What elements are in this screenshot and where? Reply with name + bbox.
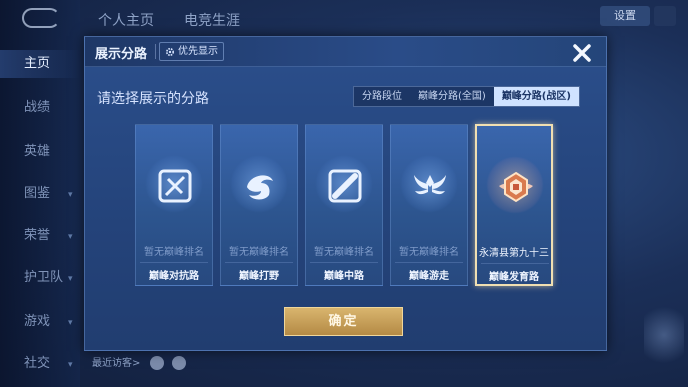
- chevron-down-icon: ▾: [68, 190, 73, 200]
- badge-icon: [499, 171, 533, 203]
- chevron-down-icon: ▾: [68, 318, 73, 328]
- sidebar-item-record[interactable]: 战绩: [0, 94, 80, 122]
- chevron-down-icon: ▾: [68, 274, 73, 284]
- sidebar-item-home[interactable]: 主页: [0, 50, 80, 78]
- priority-display-button[interactable]: 优先显示: [159, 42, 224, 61]
- avatar[interactable]: [172, 356, 186, 370]
- sidebar: 主页 战绩 英雄 图鉴 ▾ 荣誉 ▾ 护卫队 ▾ 游戏 ▾ 社交 ▾: [0, 0, 80, 387]
- dialog-title: 展示分路: [95, 47, 148, 62]
- lane-rank-text: 暂无巅峰排名: [314, 247, 374, 258]
- lane-filter-tabs: 分路段位 巅峰分路(全国) 巅峰分路(战区): [353, 86, 580, 107]
- background-decoration: [644, 300, 684, 370]
- divider: [310, 262, 378, 263]
- select-lane-prompt: 请选择展示的分路: [97, 91, 209, 107]
- divider: [225, 262, 293, 263]
- staff-icon: [328, 169, 362, 203]
- lane-name: 巅峰对抗路: [149, 271, 199, 282]
- recent-visitors-link[interactable]: 最近访客>: [92, 354, 140, 369]
- confirm-button[interactable]: 确定: [284, 307, 403, 336]
- close-icon: [573, 44, 591, 62]
- lane-rank-text: 暂无巅峰排名: [229, 247, 289, 258]
- lane-card-jungle[interactable]: 暂无巅峰排名 巅峰打野: [220, 124, 298, 286]
- chevron-down-icon: ▾: [68, 232, 73, 242]
- lane-card-mid[interactable]: 暂无巅峰排名 巅峰中路: [305, 124, 383, 286]
- lane-name: 巅峰打野: [239, 271, 279, 282]
- divider: [395, 262, 463, 263]
- menu-icon[interactable]: [654, 6, 676, 26]
- lane-name: 巅峰中路: [324, 271, 364, 282]
- lane-card-support[interactable]: 暂无巅峰排名 巅峰游走: [390, 124, 468, 286]
- avatar[interactable]: [150, 356, 164, 370]
- tab-peak-national[interactable]: 巅峰分路(全国): [410, 87, 494, 106]
- display-lane-dialog: 展示分路 优先显示 请选择展示的分路 分路段位 巅峰分路(全国) 巅峰分路(战区…: [84, 36, 607, 351]
- close-button[interactable]: [567, 40, 597, 66]
- tab-peak-region[interactable]: 巅峰分路(战区): [493, 87, 579, 106]
- priority-display-label: 优先显示: [178, 46, 218, 57]
- sidebar-item-hero[interactable]: 英雄: [0, 138, 80, 166]
- lane-name: 巅峰游走: [409, 271, 449, 282]
- lane-rank-text: 永清县第九十三: [479, 248, 549, 259]
- lane-card-adc[interactable]: 永清县第九十三 巅峰发育路: [475, 124, 553, 286]
- divider: [155, 44, 156, 59]
- divider: [481, 263, 549, 264]
- chevron-down-icon: ▾: [68, 360, 73, 370]
- settings-button[interactable]: 设置: [600, 6, 650, 26]
- back-icon[interactable]: [22, 8, 60, 28]
- dragon-icon: [247, 175, 273, 200]
- lane-card-list: 暂无巅峰排名 巅峰对抗路 暂无巅峰排名 巅峰打野 暂无巅峰排名 巅峰中路 暂无巅…: [135, 124, 555, 286]
- sword-cross-icon: [158, 169, 192, 203]
- tab-profile[interactable]: 个人主页: [98, 10, 154, 30]
- tab-lane-rank[interactable]: 分路段位: [354, 87, 410, 106]
- tab-esports[interactable]: 电竞生涯: [184, 10, 240, 30]
- lane-name: 巅峰发育路: [489, 272, 539, 283]
- gear-icon: [165, 47, 175, 56]
- lane-rank-text: 暂无巅峰排名: [399, 247, 459, 258]
- divider: [140, 262, 208, 263]
- lane-card-top[interactable]: 暂无巅峰排名 巅峰对抗路: [135, 124, 213, 286]
- wings-icon: [414, 175, 446, 195]
- lane-rank-text: 暂无巅峰排名: [144, 247, 204, 258]
- dialog-header: 展示分路 优先显示: [85, 37, 606, 67]
